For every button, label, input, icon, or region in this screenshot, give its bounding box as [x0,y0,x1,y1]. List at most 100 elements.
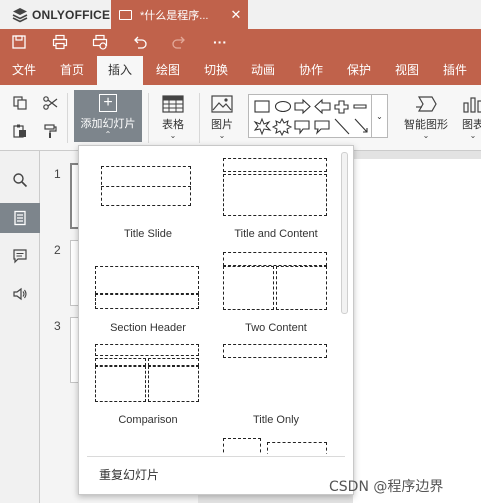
document-tab[interactable]: *什么是程序... ✕ [111,0,248,29]
layout-placeholder [223,344,327,358]
layout-label: Two Content [245,322,307,334]
layout-label: Section Header [110,322,186,334]
chevron-down-icon: ⌄ [218,131,226,140]
layout-label: Title and Content [234,228,318,240]
tab-home[interactable]: 首页 [50,56,94,85]
tab-collaboration[interactable]: 协作 [289,56,333,85]
tab-draw[interactable]: 绘图 [146,56,190,85]
current-slide[interactable] [353,159,481,503]
menu-bar: 文件 首页 插入 绘图 切换 动画 协作 保护 视图 插件 [0,56,481,85]
save-button[interactable] [9,33,29,51]
print-icon [52,34,68,50]
quick-print-icon [92,34,108,50]
cut-button[interactable] [40,93,60,113]
layout-label: Title Slide [124,228,172,240]
comments-button[interactable] [0,241,40,271]
tab-animation[interactable]: 动画 [241,56,285,85]
dropdown-divider [87,456,345,457]
search-button[interactable] [0,165,40,195]
shapes-icon [253,98,368,137]
smartart-icon [416,96,437,112]
insert-image-button[interactable]: 图片 ⌄ [207,95,237,140]
more-icon[interactable]: ··· [210,33,230,51]
paste-button[interactable] [10,121,30,141]
table-label: 表格 [162,119,184,131]
layout-comparison[interactable]: Comparison [83,338,213,426]
layout-placeholder [95,294,199,309]
onlyoffice-logo-icon [12,8,28,23]
layout-placeholder [95,358,146,366]
audio-button[interactable] [0,279,40,309]
toolbar-separator [148,93,149,143]
image-label: 图片 [211,119,233,131]
layout-placeholder [95,344,199,356]
tab-view[interactable]: 视图 [385,56,429,85]
redo-icon [172,36,185,49]
chart-icon [463,97,481,113]
copy-button[interactable] [10,93,30,113]
redo-button[interactable] [169,33,189,51]
chart-label: 图表 [462,119,481,131]
tab-transitions[interactable]: 切换 [194,56,238,85]
print-button[interactable] [50,33,70,51]
insert-smartart-button[interactable]: 智能图形 ⌄ [402,95,450,140]
toolbar-separator [199,93,200,143]
comment-icon [13,249,27,264]
layout-title-and-content[interactable]: Title and Content [211,154,341,242]
shapes-more-button[interactable]: ⌄ [372,94,388,138]
slide-layout-menu: Title Slide Title and Content Section He… [78,145,354,495]
tab-protection[interactable]: 保护 [337,56,381,85]
slides-icon [14,210,26,226]
insert-table-button[interactable]: 表格 ⌄ [158,95,188,140]
slides-panel-button[interactable] [0,203,40,233]
layout-placeholder [223,438,261,454]
format-painter-icon [44,124,57,138]
quick-print-button[interactable] [90,33,110,51]
save-icon [12,35,26,49]
quick-access-toolbar: ··· [0,29,481,56]
tab-insert[interactable]: 插入 [97,56,143,85]
add-slide-button[interactable]: + 添加幻灯片 ⌃ [74,90,142,142]
layout-partial[interactable] [211,434,341,454]
chevron-up-icon: ⌃ [104,130,112,139]
smartart-label: 智能图形 [404,119,448,131]
speaker-icon [13,287,27,301]
layout-title-slide[interactable]: Title Slide [83,154,213,242]
layout-label: Comparison [118,414,178,426]
layout-placeholder [223,174,327,216]
dropdown-scrollbar[interactable] [341,152,348,314]
chevron-down-icon: ⌄ [469,131,477,140]
image-icon [211,95,233,113]
layout-title-only[interactable]: Title Only [211,338,341,426]
title-bar: ONLYOFFICE *什么是程序... ✕ [0,0,481,29]
layout-placeholder [223,158,327,172]
scissors-icon [43,96,58,110]
layout-placeholder [223,266,274,310]
insert-toolbar: + 添加幻灯片 ⌃ 表格 ⌄ 图片 ⌄ ⌄ 智能图形 ⌄ 图表 ⌄ [0,85,481,151]
slide-number: 1 [54,167,61,181]
app-logo: ONLYOFFICE [12,7,110,23]
tab-plugins[interactable]: 插件 [433,56,477,85]
insert-chart-button[interactable]: 图表 ⌄ [456,95,481,140]
layout-placeholder [148,366,199,402]
document-tab-title: *什么是程序... [140,9,209,22]
watermark: CSDN @程序边界 [329,479,444,495]
undo-button[interactable] [130,33,150,51]
layout-placeholder [267,442,327,454]
plus-icon: + [99,94,117,112]
shapes-gallery[interactable] [248,94,372,138]
layout-two-content[interactable]: Two Content [211,246,341,334]
copy-icon [13,96,27,110]
close-tab-icon[interactable]: ✕ [228,7,244,23]
format-painter-button[interactable] [40,121,60,141]
duplicate-slide-menu-item[interactable]: 重复幻灯片 [99,466,159,483]
toolbar-separator [67,93,68,143]
layout-placeholder [148,358,199,366]
search-icon [13,173,28,188]
layout-placeholder [95,366,146,402]
layout-label: Title Only [252,414,300,426]
layout-section-header[interactable]: Section Header [83,254,213,342]
tab-file[interactable]: 文件 [2,56,46,85]
layout-placeholder [95,266,199,294]
chevron-down-icon: ⌄ [376,111,383,121]
